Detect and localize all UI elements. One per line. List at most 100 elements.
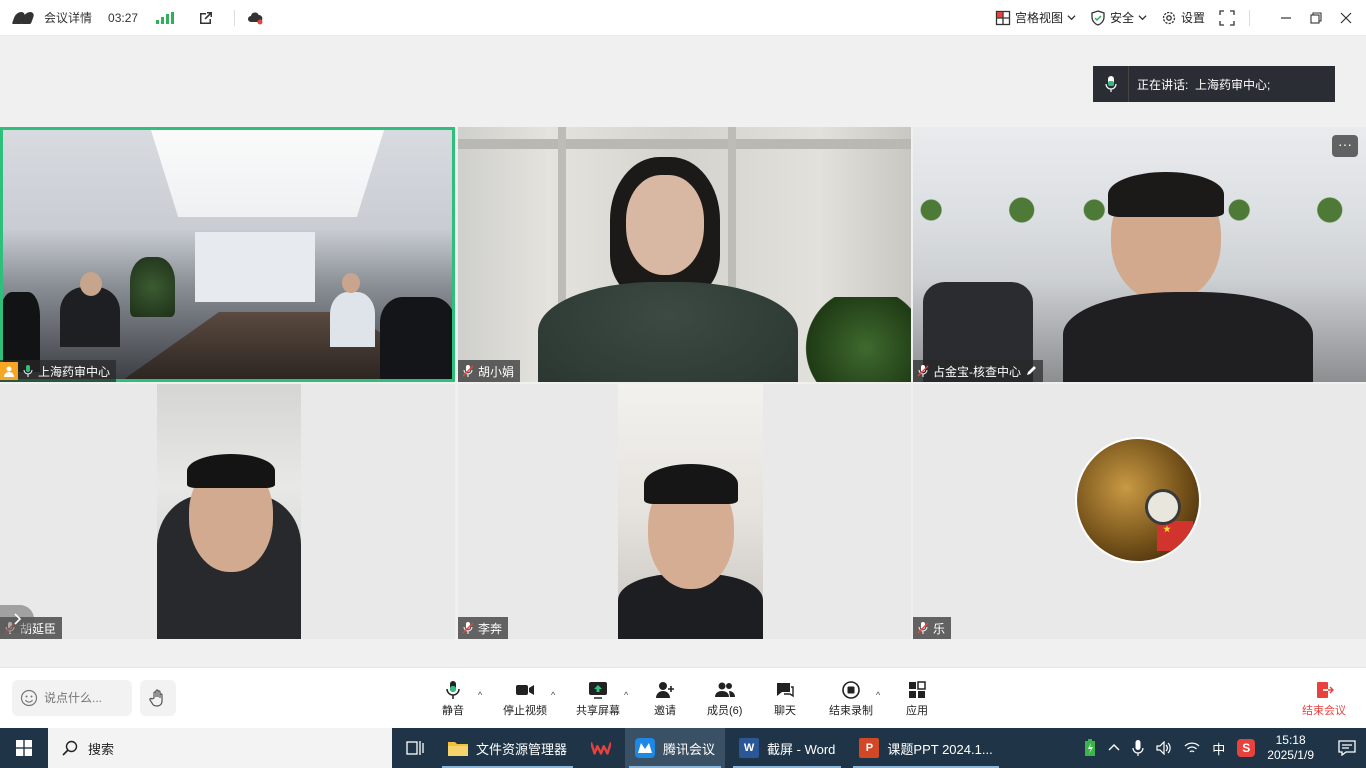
grid-view-label: 宫格视图 bbox=[1014, 11, 1063, 25]
raise-hand-icon bbox=[149, 689, 163, 707]
taskbar-app-label: 腾讯会议 bbox=[663, 741, 716, 757]
network-signal-icon[interactable] bbox=[156, 11, 175, 24]
participant-nameplate: 乐 bbox=[913, 617, 952, 639]
invite-label: 邀请 bbox=[654, 705, 676, 717]
chevron-down-icon bbox=[1067, 15, 1076, 21]
tencent-meeting-logo-icon bbox=[14, 12, 34, 24]
notification-icon[interactable] bbox=[1338, 740, 1356, 756]
recording-options-caret[interactable]: ^ bbox=[876, 690, 880, 700]
end-meeting-button[interactable]: 结束会议 bbox=[1302, 680, 1346, 718]
wifi-icon[interactable] bbox=[1184, 741, 1200, 755]
microphone-icon bbox=[446, 681, 460, 699]
taskbar-search[interactable]: 搜索 bbox=[48, 728, 392, 768]
quick-chat-input[interactable] bbox=[44, 691, 124, 705]
popout-icon[interactable] bbox=[198, 10, 214, 26]
battery-charging-icon[interactable] bbox=[1084, 739, 1096, 757]
participant-name: 李奔 bbox=[478, 621, 503, 636]
video-feed bbox=[0, 127, 455, 382]
video-feed bbox=[157, 384, 301, 639]
clock-time: 15:18 bbox=[1275, 733, 1306, 747]
chat-label: 聊天 bbox=[774, 705, 796, 717]
security-label: 安全 bbox=[1109, 11, 1134, 25]
task-view-button[interactable] bbox=[392, 728, 438, 768]
chat-button[interactable]: 聊天 bbox=[774, 680, 796, 718]
fullscreen-icon[interactable] bbox=[1219, 9, 1235, 26]
mute-options-caret[interactable]: ^ bbox=[478, 690, 482, 700]
start-button[interactable] bbox=[0, 728, 48, 768]
participant-nameplate: 胡小娟 bbox=[458, 360, 521, 382]
quick-chat-box[interactable] bbox=[12, 680, 132, 716]
system-clock[interactable]: 15:18 2025/1/9 bbox=[1267, 733, 1314, 763]
participant-name: 占金宝-核查中心 bbox=[933, 364, 1021, 379]
restore-icon[interactable] bbox=[1310, 11, 1322, 24]
mute-button[interactable]: 静音 bbox=[442, 680, 464, 718]
gear-icon bbox=[1162, 11, 1176, 24]
end-recording-button[interactable]: 结束录制 bbox=[829, 680, 873, 718]
record-icon bbox=[842, 681, 860, 699]
participant-nameplate: 占金宝-核查中心 bbox=[913, 360, 1043, 382]
taskbar-app-powerpoint[interactable]: P 课题PPT 2024.1... bbox=[849, 728, 1002, 768]
video-feed bbox=[618, 384, 763, 639]
microphone-icon[interactable] bbox=[1132, 740, 1144, 756]
taskbar-app-tencent-meeting[interactable]: 腾讯会议 bbox=[625, 728, 726, 768]
microphone-icon bbox=[1104, 76, 1117, 92]
video-options-caret[interactable]: ^ bbox=[551, 690, 555, 700]
video-tile-3[interactable]: ··· 占金宝-核查中心 bbox=[913, 127, 1366, 382]
grid-view-button[interactable]: 宫格视图 bbox=[995, 9, 1076, 26]
video-tile-4[interactable]: 胡延臣 bbox=[0, 384, 455, 639]
more-options-button[interactable]: ··· bbox=[1332, 135, 1358, 157]
video-tile-1[interactable]: 上海药审中心 bbox=[0, 127, 455, 382]
windows-logo-icon bbox=[16, 740, 32, 756]
expand-panel-button[interactable] bbox=[0, 605, 34, 633]
emoji-icon[interactable] bbox=[20, 689, 38, 707]
folder-icon bbox=[448, 738, 468, 758]
invite-button[interactable]: 邀请 bbox=[654, 680, 676, 718]
taskbar-app-word[interactable]: W 截屏 - Word bbox=[729, 728, 845, 768]
chevron-right-icon bbox=[14, 613, 22, 625]
participant-nameplate: 上海药审中心 bbox=[0, 360, 117, 382]
sogou-ime-icon[interactable]: S bbox=[1237, 739, 1256, 757]
minimize-icon[interactable] bbox=[1280, 12, 1292, 24]
edit-pen-icon[interactable] bbox=[1025, 365, 1037, 377]
participant-avatar bbox=[1075, 437, 1201, 563]
chevron-up-icon[interactable] bbox=[1108, 742, 1120, 754]
raise-hand-button[interactable] bbox=[140, 680, 176, 716]
video-tile-5[interactable]: 李奔 bbox=[458, 384, 911, 639]
end-recording-label: 结束录制 bbox=[829, 705, 873, 717]
speaker-icon[interactable] bbox=[1156, 741, 1172, 755]
video-tile-2[interactable]: 胡小娟 bbox=[458, 127, 911, 382]
close-icon[interactable] bbox=[1340, 12, 1352, 24]
ime-indicator[interactable]: 中 bbox=[1212, 739, 1225, 758]
powerpoint-icon: P bbox=[859, 738, 880, 758]
members-label: 成员(6) bbox=[707, 705, 743, 717]
video-camera-icon bbox=[516, 685, 534, 695]
shield-icon bbox=[1091, 9, 1105, 26]
add-user-icon bbox=[656, 682, 674, 698]
members-button[interactable]: 成员(6) bbox=[707, 680, 742, 718]
settings-button[interactable]: 设置 bbox=[1161, 9, 1205, 26]
mute-label: 静音 bbox=[442, 705, 464, 717]
chevron-down-icon bbox=[1138, 15, 1147, 21]
word-icon: W bbox=[739, 738, 760, 758]
security-button[interactable]: 安全 bbox=[1090, 9, 1147, 26]
taskbar-app-explorer[interactable]: 文件资源管理器 bbox=[438, 728, 577, 768]
search-icon bbox=[62, 740, 78, 756]
taskbar-app-wps[interactable] bbox=[577, 728, 625, 768]
meeting-details-link[interactable]: 会议详情 bbox=[44, 9, 92, 26]
stop-video-button[interactable]: 停止视频 bbox=[503, 680, 547, 718]
share-screen-button[interactable]: 共享屏幕 bbox=[576, 680, 620, 718]
microphone-muted-icon bbox=[917, 365, 929, 377]
video-feed bbox=[458, 127, 911, 382]
windows-taskbar: 搜索 文件资源管理器 腾讯会议 W 截屏 - Word P 课题PPT 2024… bbox=[0, 728, 1366, 768]
cloud-record-icon[interactable] bbox=[247, 10, 263, 26]
share-options-caret[interactable]: ^ bbox=[624, 690, 628, 700]
apps-button[interactable]: 应用 bbox=[906, 680, 928, 718]
speaking-indicator: 正在讲话: 上海药审中心; bbox=[1093, 66, 1335, 102]
divider bbox=[1249, 9, 1250, 26]
grid-view-icon bbox=[995, 10, 1011, 25]
speaking-label: 正在讲话: bbox=[1137, 77, 1189, 92]
chat-bubble-icon bbox=[777, 683, 794, 698]
title-bar: 会议详情 03:27 宫格视图 安全 设置 bbox=[0, 0, 1366, 36]
microphone-icon bbox=[23, 365, 33, 377]
search-label: 搜索 bbox=[88, 741, 115, 757]
